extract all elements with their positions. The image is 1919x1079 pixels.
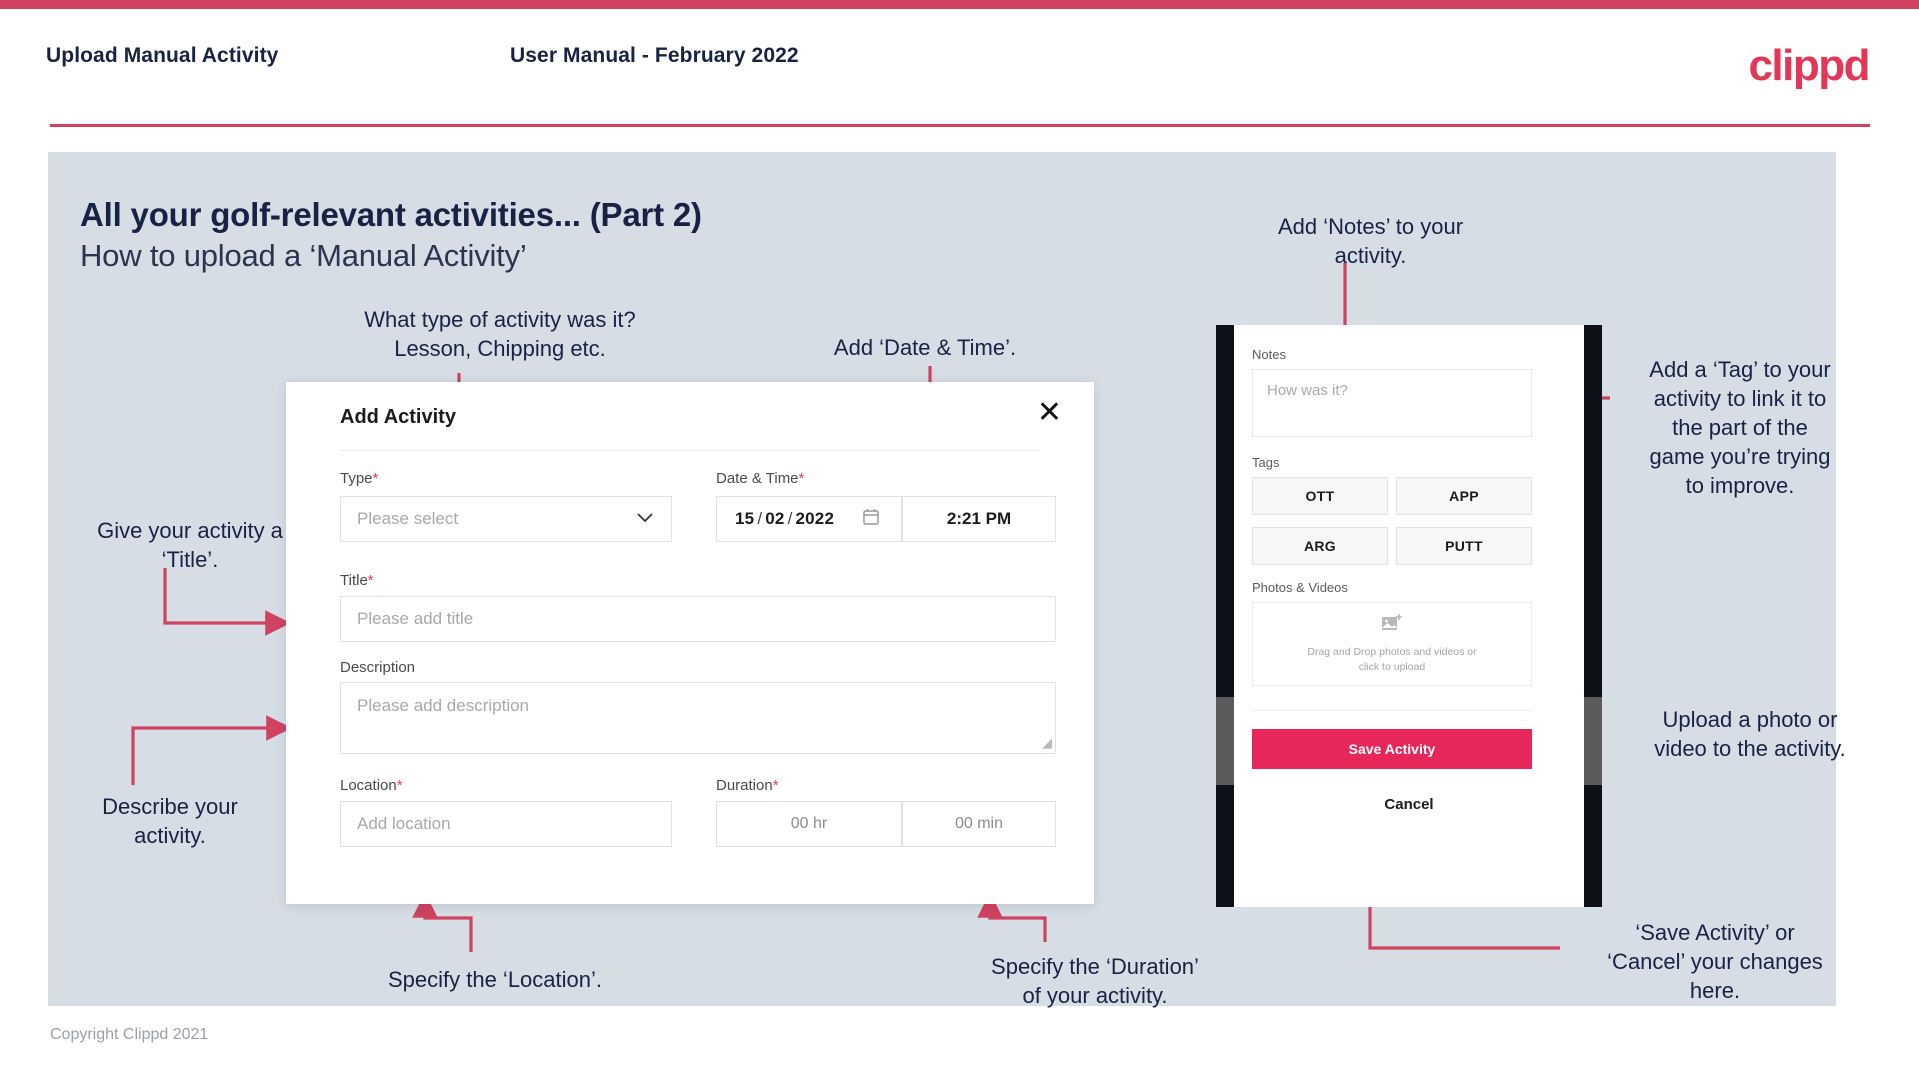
phone-bezel-right [1584,325,1602,907]
close-icon[interactable]: ✕ [1037,398,1062,428]
photo-dropzone[interactable]: Drag and Drop photos and videos or click… [1252,602,1532,686]
type-label-text: Type [340,470,373,487]
date-year: 2022 [795,509,835,528]
tag-ott[interactable]: OTT [1252,477,1388,515]
location-placeholder: Add location [357,814,451,833]
phone-divider [1252,710,1532,711]
location-input[interactable]: Add location [340,801,672,847]
save-activity-button[interactable]: Save Activity [1252,729,1532,769]
location-label-text: Location [340,777,397,794]
date-sep-1: / [757,509,763,528]
resize-handle-icon[interactable]: ◢ [1042,735,1052,751]
notes-placeholder: How was it? [1267,382,1348,399]
date-sep-2: / [787,509,793,528]
title-label: Title* [340,572,374,589]
time-input[interactable]: 2:21 PM [902,496,1056,542]
duration-label: Duration* [716,777,779,794]
datetime-label-text: Date & Time [716,470,799,487]
phone-bezel-right-segment [1584,697,1602,785]
title-required-marker: * [367,572,374,589]
location-required-marker: * [396,777,403,794]
duration-label-text: Duration [716,777,773,794]
annotation-save-cancel: ‘Save Activity’ or ‘Cancel’ your changes… [1607,920,1823,1003]
datetime-required-marker: * [798,470,805,487]
duration-hours-input[interactable]: 00 hr [716,801,902,847]
title-label-text: Title [340,572,368,589]
annotation-datetime: Add ‘Date & Time’. [833,335,1017,360]
clippd-logo: clippd [1748,41,1870,90]
description-textarea[interactable]: Please add description ◢ [340,682,1056,754]
description-label-text: Description [340,659,416,676]
description-placeholder: Please add description [357,696,530,715]
type-select[interactable]: Please select [340,496,672,542]
duration-minutes-placeholder: 00 min [954,815,1004,832]
phone-bezel-left-segment [1216,697,1234,785]
time-value: 2:21 PM [946,509,1012,528]
slide-title-primary: All your golf-relevant activities... (Pa… [80,196,702,233]
location-label: Location* [340,777,403,794]
header-center-title: User Manual - February 2022 [510,44,799,67]
cancel-button[interactable]: Cancel [1234,796,1584,813]
notes-label: Notes [1252,347,1286,362]
tag-putt[interactable]: PUTT [1396,527,1532,565]
annotation-notes: Add ‘Notes’ to your activity. [1277,214,1464,268]
photos-label: Photos & Videos [1252,580,1348,595]
annotation-duration: Specify the ‘Duration’ of your activity. [991,954,1199,1008]
photo-dropzone-text: Drag and Drop photos and videos or click… [1307,645,1477,673]
title-input[interactable]: Please add title [340,596,1056,642]
type-placeholder: Please select [357,509,459,528]
annotation-location: Specify the ‘Location’. [387,967,603,992]
phone-screen: Notes How was it? Tags OTT APP ARG PUTT … [1234,325,1584,907]
dialog-header-divider [340,450,1040,451]
duration-hours-placeholder: 00 hr [790,815,828,832]
annotation-type: What type of activity was it? Lesson, Ch… [364,307,636,361]
date-value: 15/02/2022 [717,509,834,529]
header-divider [50,124,1870,127]
type-required-marker: * [372,470,379,487]
add-activity-dialog: Add Activity ✕ Type* Please select Date … [286,382,1094,904]
datetime-label: Date & Time* [716,470,804,487]
annotation-description: Describe your activity. [102,794,238,848]
header-left-title: Upload Manual Activity [46,44,279,67]
dialog-title: Add Activity [340,406,456,428]
duration-minutes-input[interactable]: 00 min [902,801,1056,847]
date-input[interactable]: 15/02/2022 [716,496,902,542]
calendar-icon[interactable] [863,508,879,530]
phone-bezel-left [1216,325,1234,907]
date-month: 02 [765,509,785,528]
phone-mockup: Notes How was it? Tags OTT APP ARG PUTT … [1216,325,1602,907]
annotation-photos: Upload a photo or video to the activity. [1654,707,1846,761]
type-label: Type* [340,470,378,487]
slide-title-secondary: How to upload a ‘Manual Activity’ [80,238,527,273]
duration-required-marker: * [772,777,779,794]
tag-arg[interactable]: ARG [1252,527,1388,565]
date-day: 15 [735,509,755,528]
tag-app[interactable]: APP [1396,477,1532,515]
description-label: Description [340,659,415,676]
top-accent-stripe [0,0,1919,9]
add-image-icon [1381,613,1403,638]
title-placeholder: Please add title [357,609,474,628]
chevron-down-icon [637,510,653,528]
notes-textarea[interactable]: How was it? [1252,369,1532,437]
copyright-text: Copyright Clippd 2021 [50,1026,209,1043]
tags-label: Tags [1252,455,1280,470]
annotation-tags: Add a ‘Tag’ to your activity to link it … [1649,357,1831,498]
